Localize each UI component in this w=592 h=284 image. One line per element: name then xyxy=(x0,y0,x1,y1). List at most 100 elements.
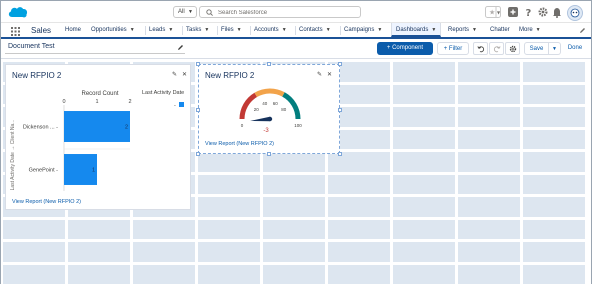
nav-item-chatter[interactable]: Chatter xyxy=(490,23,510,37)
resize-handle[interactable] xyxy=(196,152,200,156)
nav-divider xyxy=(295,26,296,35)
app-launcher-icon[interactable] xyxy=(11,27,20,36)
edit-nav-pencil-icon[interactable] xyxy=(579,27,586,34)
resize-handle[interactable] xyxy=(338,108,342,112)
help-icon[interactable]: ? xyxy=(523,5,535,19)
nav-item-label: Reports xyxy=(448,27,470,33)
save-button[interactable]: Save xyxy=(524,42,549,55)
edit-widget-pencil-icon[interactable]: ✎ xyxy=(172,71,177,78)
undo-button[interactable] xyxy=(473,42,488,55)
chevron-down-icon[interactable]: ▼ xyxy=(204,27,209,33)
notifications-bell-icon[interactable] xyxy=(551,5,563,19)
nav-item-label: Home xyxy=(65,27,82,33)
done-button[interactable]: Done xyxy=(564,42,586,55)
dashboard-name-field[interactable]: Document Test xyxy=(5,43,185,54)
gauge-widget[interactable]: New RFPIO 2 ✎ ✕ 0 20 40 60 80 100 -3 View Rep… xyxy=(196,62,342,156)
resize-handle[interactable] xyxy=(196,62,200,66)
nav-item-opportunities[interactable]: Opportunities ▼ xyxy=(91,23,135,37)
chevron-down-icon[interactable]: ▼ xyxy=(472,27,477,33)
save-options-button[interactable]: ▼ xyxy=(549,42,561,55)
grid-cell xyxy=(458,264,520,284)
grid-cell xyxy=(263,219,325,239)
gauge-chart: 0 2040 6080 100 -3 xyxy=(239,88,302,134)
close-widget-icon[interactable]: ✕ xyxy=(182,71,187,78)
grid-cell xyxy=(68,219,130,239)
nav-item-leads[interactable]: Leads ▼ xyxy=(149,23,173,37)
nav-item-label: Tasks xyxy=(186,27,202,33)
chevron-down-icon[interactable]: ▼ xyxy=(168,27,173,33)
nav-divider xyxy=(145,26,146,35)
bar[interactable] xyxy=(64,111,130,142)
edit-name-pencil-icon[interactable] xyxy=(177,44,184,51)
chevron-down-icon[interactable]: ▼ xyxy=(431,27,436,33)
grid-cell xyxy=(393,129,455,149)
grid-cell xyxy=(263,264,325,284)
grid-cell xyxy=(523,107,585,127)
add-filter-button[interactable]: + Filter xyxy=(437,42,469,55)
gauge-tick-label: 20 xyxy=(254,107,260,112)
bar-value-label: 1 xyxy=(92,168,95,174)
add-component-button[interactable]: + Component xyxy=(377,42,433,55)
nav-item-campaigns[interactable]: Campaigns ▼ xyxy=(344,23,382,37)
nav-item-contacts[interactable]: Contacts ▼ xyxy=(299,23,331,37)
view-report-link[interactable]: View Report (New RFPIO 2) xyxy=(205,141,274,147)
dashboard-canvas[interactable]: New RFPIO 2 ✎ ✕ Record Count 0 1 2 Last Ac… xyxy=(1,60,591,284)
resize-handle[interactable] xyxy=(338,62,342,66)
salesforce-logo[interactable] xyxy=(7,4,29,20)
grid-cell xyxy=(198,264,260,284)
add-icon[interactable] xyxy=(507,5,519,19)
nav-divider xyxy=(217,26,218,35)
properties-button[interactable] xyxy=(505,42,520,55)
nav-item-tasks[interactable]: Tasks ▼ xyxy=(186,23,209,37)
grid-cell xyxy=(133,264,195,284)
nav-item-label: Leads xyxy=(149,27,166,33)
grid-cell xyxy=(458,219,520,239)
chevron-down-icon[interactable]: ▼ xyxy=(326,27,331,33)
chevron-down-icon[interactable]: ▼ xyxy=(237,27,242,33)
done-label: Done xyxy=(567,45,583,51)
chevron-down-icon[interactable]: ▼ xyxy=(536,27,541,33)
grid-cell xyxy=(263,242,325,262)
chevron-down-icon[interactable]: ▼ xyxy=(377,27,382,33)
grid-cell xyxy=(198,174,260,194)
nav-item-home[interactable]: Home xyxy=(65,23,81,37)
grid-cell xyxy=(3,219,65,239)
nav-item-reports[interactable]: Reports ▼ xyxy=(448,23,477,37)
redo-button[interactable] xyxy=(489,42,504,55)
avatar[interactable] xyxy=(567,5,583,21)
resize-handle[interactable] xyxy=(267,62,271,66)
grid-cell xyxy=(393,219,455,239)
close-widget-icon[interactable]: ✕ xyxy=(327,71,332,78)
nav-item-label: Files xyxy=(221,27,234,33)
resize-handle[interactable] xyxy=(338,152,342,156)
gauge-tick-label: 100 xyxy=(294,123,302,128)
search-input[interactable] xyxy=(218,8,358,17)
nav-item-label: Chatter xyxy=(490,27,510,33)
bar-chart-widget[interactable]: New RFPIO 2 ✎ ✕ Record Count 0 1 2 Last Ac… xyxy=(5,64,191,210)
nav-item-more[interactable]: More ▼ xyxy=(519,23,541,37)
chevron-down-icon[interactable]: ▼ xyxy=(282,27,287,33)
grid-cell xyxy=(328,219,390,239)
global-search[interactable] xyxy=(199,6,361,18)
nav-item-accounts[interactable]: Accounts ▼ xyxy=(254,23,287,37)
view-report-link[interactable]: View Report (New RFPIO 2) xyxy=(12,199,81,205)
grid-cell xyxy=(263,197,325,217)
widget-title: New RFPIO 2 xyxy=(12,71,62,80)
gauge-band xyxy=(254,88,285,98)
grid-cell xyxy=(458,107,520,127)
resize-handle[interactable] xyxy=(196,108,200,112)
svg-text:★: ★ xyxy=(489,9,495,17)
grid-cell xyxy=(458,197,520,217)
grid-cell xyxy=(328,174,390,194)
nav-item-files[interactable]: Files ▼ xyxy=(221,23,242,37)
search-scope-value: All xyxy=(178,9,185,15)
nav-item-dashboards[interactable]: Dashboards ▼ xyxy=(391,23,441,37)
legend-item-label: - xyxy=(174,103,176,109)
setup-gear-icon[interactable] xyxy=(537,5,549,19)
search-scope-select[interactable]: All ▼ xyxy=(173,6,197,18)
resize-handle[interactable] xyxy=(267,152,271,156)
gauge-needle-shape xyxy=(250,116,271,122)
favorites-icon[interactable]: ★ ▼ xyxy=(485,5,501,19)
edit-widget-pencil-icon[interactable]: ✎ xyxy=(317,71,322,78)
chevron-down-icon[interactable]: ▼ xyxy=(130,27,135,33)
